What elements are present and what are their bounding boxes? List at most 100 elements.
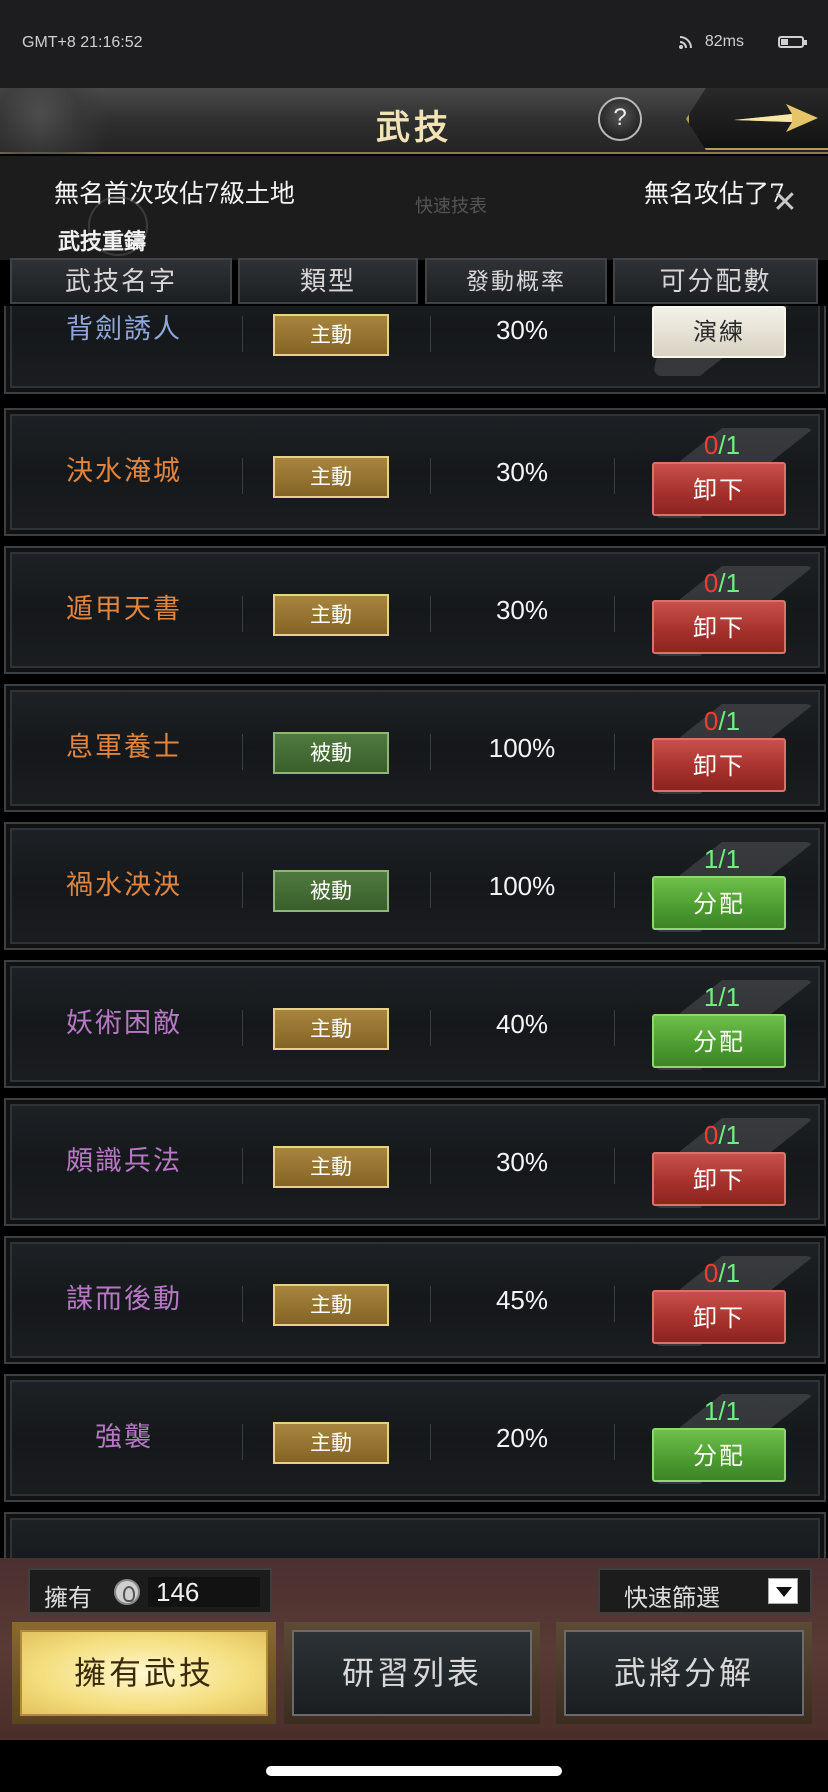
- skill-type-badge: 主動: [273, 1284, 389, 1326]
- status-right: 82ms: [678, 33, 807, 51]
- allocation-count: 1/1: [616, 1396, 828, 1427]
- column-divider: [614, 596, 615, 632]
- trigger-rate: 20%: [495, 1423, 549, 1453]
- allocation-separator: /: [718, 1396, 726, 1426]
- column-divider: [430, 1010, 431, 1046]
- tab-study-list[interactable]: 研習列表: [284, 1622, 540, 1724]
- skill-type-badge: 被動: [273, 870, 389, 912]
- skill-row[interactable]: 謀而後動 主動 45% 0/1 卸下: [4, 1236, 826, 1364]
- allocation-used: 0: [703, 1258, 719, 1288]
- skill-name: 妖術困敵: [66, 1008, 182, 1039]
- skill-name: 強襲: [95, 1422, 153, 1453]
- allocation-separator: /: [718, 844, 726, 874]
- column-divider: [242, 596, 243, 632]
- allocation-used: 0: [703, 430, 719, 460]
- allocation-total: 1: [725, 1258, 741, 1288]
- trigger-rate: 100%: [488, 871, 556, 901]
- allocation-total: 1: [725, 844, 741, 874]
- allocation-separator: /: [718, 706, 726, 736]
- home-indicator[interactable]: [266, 1766, 562, 1776]
- assign-button[interactable]: 分配: [652, 1428, 786, 1482]
- skill-name: 禍水泱泱: [66, 870, 182, 901]
- back-button[interactable]: [686, 88, 828, 150]
- allocation-count: 0/1: [616, 568, 828, 599]
- allocation-total: 1: [725, 706, 741, 736]
- skill-name: 頗識兵法: [66, 1146, 182, 1177]
- skill-type-badge: 主動: [273, 1422, 389, 1464]
- quick-filter-dropdown[interactable]: 快速篩選: [598, 1568, 812, 1614]
- column-divider: [430, 1424, 431, 1460]
- trigger-rate: 30%: [495, 315, 549, 345]
- unload-button[interactable]: 卸下: [652, 738, 786, 792]
- assign-button[interactable]: 分配: [652, 1014, 786, 1068]
- skill-type-badge: 主動: [273, 1008, 389, 1050]
- unload-button[interactable]: 卸下: [652, 600, 786, 654]
- skill-name: 背劍誘人: [66, 314, 182, 345]
- skill-row[interactable]: 息軍養士 被動 100% 0/1 卸下: [4, 684, 826, 812]
- allocation-used: 0: [703, 568, 719, 598]
- skill-row[interactable]: 決水淹城 主動 30% 0/1 卸下: [4, 408, 826, 536]
- column-divider: [430, 458, 431, 494]
- status-bar: GMT+8 21:16:52 82ms: [0, 0, 828, 88]
- assign-button[interactable]: 分配: [652, 876, 786, 930]
- allocation-count: 1/1: [616, 982, 828, 1013]
- skill-row[interactable]: 頗識兵法 主動 30% 0/1 卸下: [4, 1098, 826, 1226]
- skill-row[interactable]: 遁甲天書 主動 30% 0/1 卸下: [4, 546, 826, 674]
- unload-button[interactable]: 卸下: [652, 462, 786, 516]
- table-header: 武技名字 類型 發動概率 可分配數: [10, 258, 818, 304]
- skill-row[interactable]: 妖術困敵 主動 40% 1/1 分配: [4, 960, 826, 1088]
- skill-row-partial[interactable]: [4, 1512, 826, 1560]
- column-divider: [430, 1148, 431, 1184]
- column-divider: [614, 734, 615, 770]
- skill-list[interactable]: 背劍誘人主動30%10%演練度演練決水淹城主動30%0/1卸下遁甲天書主動30%…: [0, 306, 828, 1560]
- column-divider: [614, 316, 615, 352]
- unload-button[interactable]: 卸下: [652, 1290, 786, 1344]
- trigger-rate: 30%: [495, 457, 549, 487]
- allocation-used: 0: [703, 706, 719, 736]
- close-icon[interactable]: ✕: [770, 188, 800, 218]
- skill-type-badge: 主動: [273, 456, 389, 498]
- column-divider: [430, 872, 431, 908]
- column-divider: [430, 596, 431, 632]
- allocation-total: 1: [725, 1120, 741, 1150]
- allocation-used: 0: [703, 1120, 719, 1150]
- column-divider: [614, 458, 615, 494]
- marquee-message: 無名首次攻佔7級土地: [54, 179, 295, 208]
- status-time: GMT+8 21:16:52: [22, 34, 143, 51]
- column-header-name: 武技名字: [10, 258, 232, 304]
- allocation-count: 1/1: [616, 844, 828, 875]
- skill-row[interactable]: 強襲 主動 20% 1/1 分配: [4, 1374, 826, 1502]
- help-button[interactable]: ?: [598, 97, 642, 141]
- trigger-rate: 30%: [495, 595, 549, 625]
- allocation-separator: /: [718, 982, 726, 1012]
- column-divider: [242, 458, 243, 494]
- allocation-used: 1: [703, 1396, 719, 1426]
- column-divider: [614, 1424, 615, 1460]
- ping-value: 82ms: [704, 33, 744, 50]
- allocation-count: 0/1: [616, 706, 828, 737]
- wifi-icon: [678, 35, 695, 49]
- column-divider: [430, 734, 431, 770]
- arrow-icon: [734, 104, 818, 132]
- trigger-rate: 100%: [488, 733, 556, 763]
- skill-name: 決水淹城: [66, 456, 182, 487]
- unload-button[interactable]: 卸下: [652, 1152, 786, 1206]
- allocation-separator: /: [718, 1258, 726, 1288]
- skill-row[interactable]: 背劍誘人主動30%10%演練度演練: [4, 306, 826, 394]
- skill-type-badge: 被動: [273, 732, 389, 774]
- tab-owned-skills-label: 擁有武技: [20, 1630, 268, 1716]
- trigger-rate: 40%: [495, 1009, 549, 1039]
- tab-general-decompose[interactable]: 武將分解: [556, 1622, 812, 1724]
- column-divider: [242, 1010, 243, 1046]
- allocation-separator: /: [718, 430, 726, 460]
- column-divider: [614, 1286, 615, 1322]
- allocation-count: 0/1: [616, 430, 828, 461]
- skill-row[interactable]: 禍水泱泱 被動 100% 1/1 分配: [4, 822, 826, 950]
- dropdown-arrow-icon[interactable]: [768, 1578, 798, 1604]
- allocation-count: 0/1: [616, 1120, 828, 1151]
- allocation-total: 1: [725, 1396, 741, 1426]
- train-button[interactable]: 演練: [652, 306, 786, 358]
- faded-background-label: 快速技表: [415, 196, 487, 217]
- tab-owned-skills[interactable]: 擁有武技: [12, 1622, 276, 1724]
- allocation-count: 0/1: [616, 1258, 828, 1289]
